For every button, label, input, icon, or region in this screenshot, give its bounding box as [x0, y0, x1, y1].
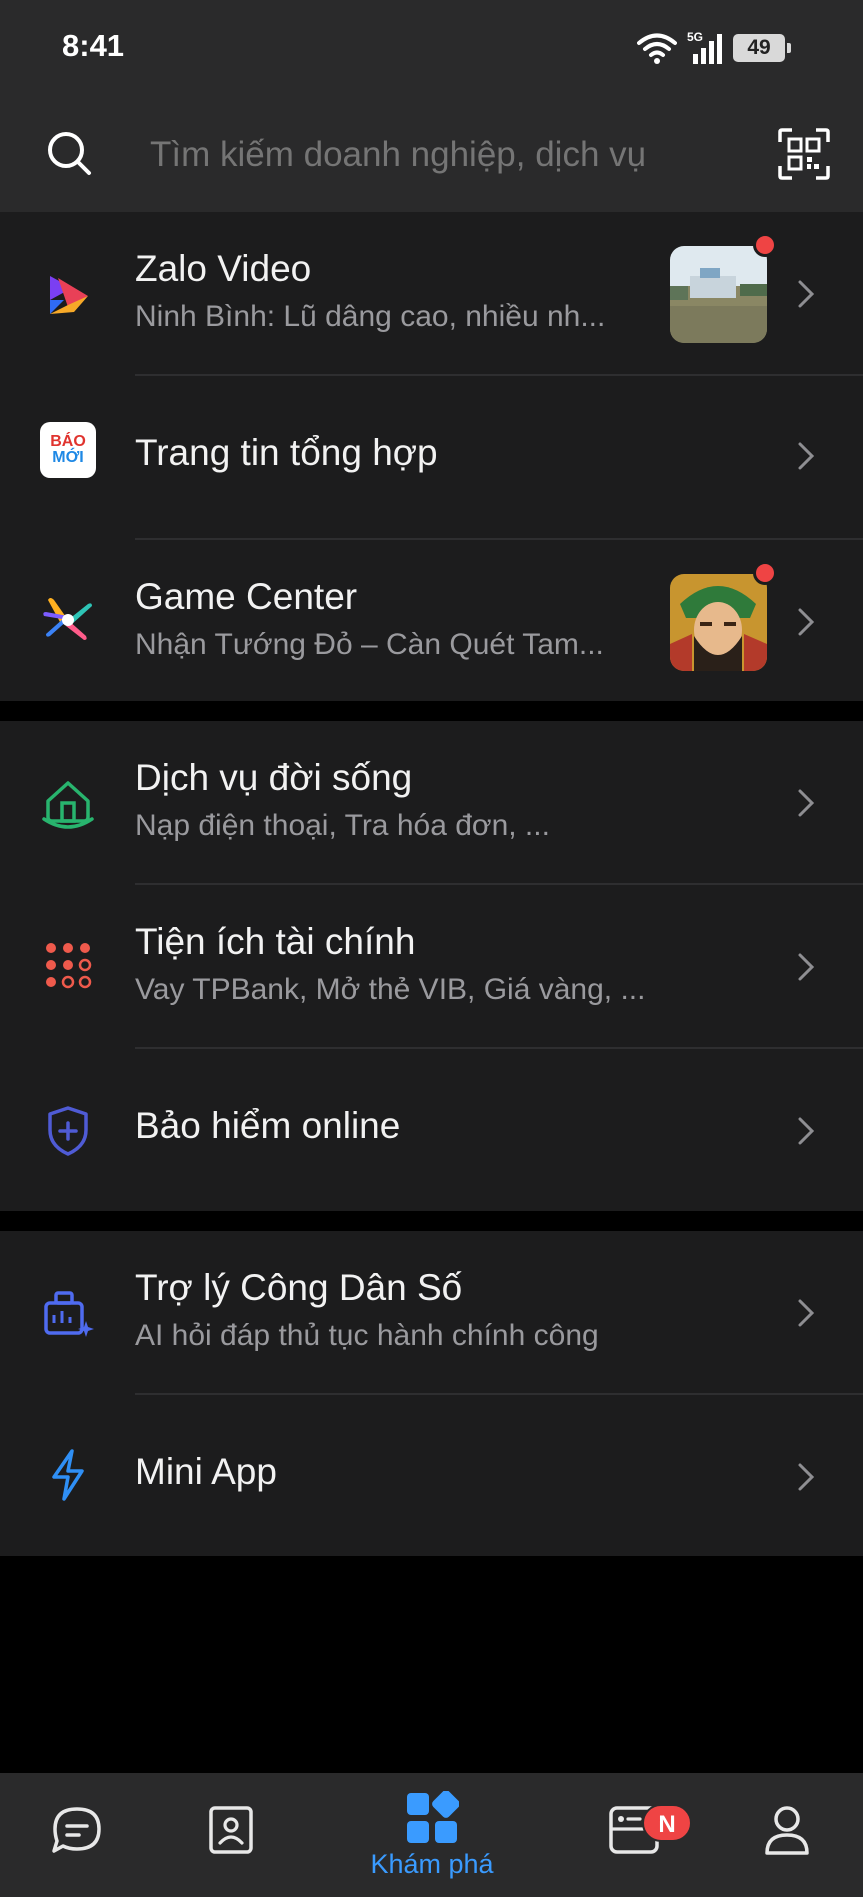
online-insurance-item[interactable]: Bảo hiểm online: [0, 1049, 863, 1212]
section-services: Dịch vụ đời sống Nạp điện thoại, Tra hóa…: [0, 721, 863, 1211]
nav-tab-discover-label: Khám phá: [370, 1849, 494, 1879]
contacts-icon: [209, 1806, 253, 1854]
lightning-icon: [38, 1445, 98, 1505]
profile-icon: [765, 1806, 809, 1855]
home-services-icon: [38, 773, 98, 833]
news-aggregator-title: Trang tin tổng hợp: [135, 432, 438, 473]
insurance-shield-icon: [38, 1101, 98, 1161]
bao-moi-text-bottom: MỚI: [52, 449, 84, 466]
game-center-icon: [38, 590, 98, 650]
life-services-subtitle: Nạp điện thoại, Tra hóa đơn, ...: [135, 809, 550, 842]
chevron-right-icon: [798, 953, 815, 981]
bao-moi-text-top: BÁO: [50, 433, 86, 450]
chevron-right-icon: [798, 280, 815, 308]
zalo-video-icon: [38, 266, 98, 326]
citizen-assistant-title: Trợ lý Công Dân Số: [135, 1267, 463, 1308]
wifi-icon: [637, 33, 677, 64]
chevron-right-icon: [798, 1463, 815, 1491]
citizen-assistant-subtitle: AI hỏi đáp thủ tục hành chính công: [135, 1319, 599, 1352]
news-aggregator-item[interactable]: BÁO MỚI Trang tin tổng hợp: [0, 376, 863, 539]
finance-utilities-subtitle: Vay TPBank, Mở thẻ VIB, Giá vàng, ...: [135, 973, 646, 1006]
citizen-assistant-item[interactable]: Trợ lý Công Dân Số AI hỏi đáp thủ tục hà…: [0, 1231, 863, 1394]
mini-app-title: Mini App: [135, 1451, 277, 1492]
game-center-notification-dot: [753, 561, 777, 585]
chevron-right-icon: [798, 1117, 815, 1145]
zalo-video-title: Zalo Video: [135, 248, 312, 289]
chevron-right-icon: [798, 442, 815, 470]
chat-icon: [52, 1807, 101, 1853]
chevron-right-icon: [798, 789, 815, 817]
zalo-video-thumbnail: [670, 246, 767, 343]
zalo-video-notification-dot: [753, 233, 777, 257]
game-center-item[interactable]: Game Center Nhận Tướng Đỏ – Càn Quét Tam…: [0, 540, 863, 703]
bottom-navigation: Khám phá: [0, 1773, 863, 1897]
nav-tab-messages[interactable]: [30, 1773, 124, 1897]
game-center-thumbnail: [670, 574, 767, 671]
nav-tab-contacts[interactable]: [184, 1773, 278, 1897]
status-bar: 8:41 5G 49: [0, 0, 863, 100]
status-icons: 5G 49: [637, 30, 791, 66]
bao-moi-icon: BÁO MỚI: [38, 420, 98, 480]
life-services-item[interactable]: Dịch vụ đời sống Nạp điện thoại, Tra hóa…: [0, 721, 863, 884]
discover-icon: [407, 1791, 459, 1843]
chevron-right-icon: [798, 608, 815, 636]
battery-indicator: 49: [733, 34, 791, 62]
finance-utilities-item[interactable]: Tiện ích tài chính Vay TPBank, Mở thẻ VI…: [0, 885, 863, 1048]
nav-tab-discover[interactable]: Khám phá: [352, 1773, 512, 1897]
status-time: 8:41: [62, 28, 125, 63]
zalo-video-item[interactable]: Zalo Video Ninh Bình: Lũ dâng cao, nhiều…: [0, 212, 863, 375]
nav-tab-profile[interactable]: [740, 1773, 834, 1897]
chevron-right-icon: [798, 1299, 815, 1327]
qr-scan-icon[interactable]: [778, 128, 830, 180]
section-other: Trợ lý Công Dân Số AI hỏi đáp thủ tục hà…: [0, 1231, 863, 1556]
zalo-video-subtitle: Ninh Bình: Lũ dâng cao, nhiều nh...: [135, 300, 606, 333]
life-services-title: Dịch vụ đời sống: [135, 757, 413, 798]
finance-dots-icon: [38, 935, 98, 995]
finance-utilities-title: Tiện ích tài chính: [135, 921, 416, 962]
timeline-badge: N: [642, 1804, 692, 1842]
game-center-subtitle: Nhận Tướng Đỏ – Càn Quét Tam...: [135, 628, 604, 661]
online-insurance-title: Bảo hiểm online: [135, 1105, 401, 1146]
citizen-assistant-icon: [38, 1283, 98, 1343]
search-icon[interactable]: [44, 128, 94, 178]
cell-signal-icon: 5G: [687, 30, 723, 64]
section-media: Zalo Video Ninh Bình: Lũ dâng cao, nhiều…: [0, 212, 863, 701]
search-input[interactable]: [150, 135, 710, 175]
game-center-title: Game Center: [135, 576, 358, 617]
mini-app-item[interactable]: Mini App: [0, 1395, 863, 1558]
